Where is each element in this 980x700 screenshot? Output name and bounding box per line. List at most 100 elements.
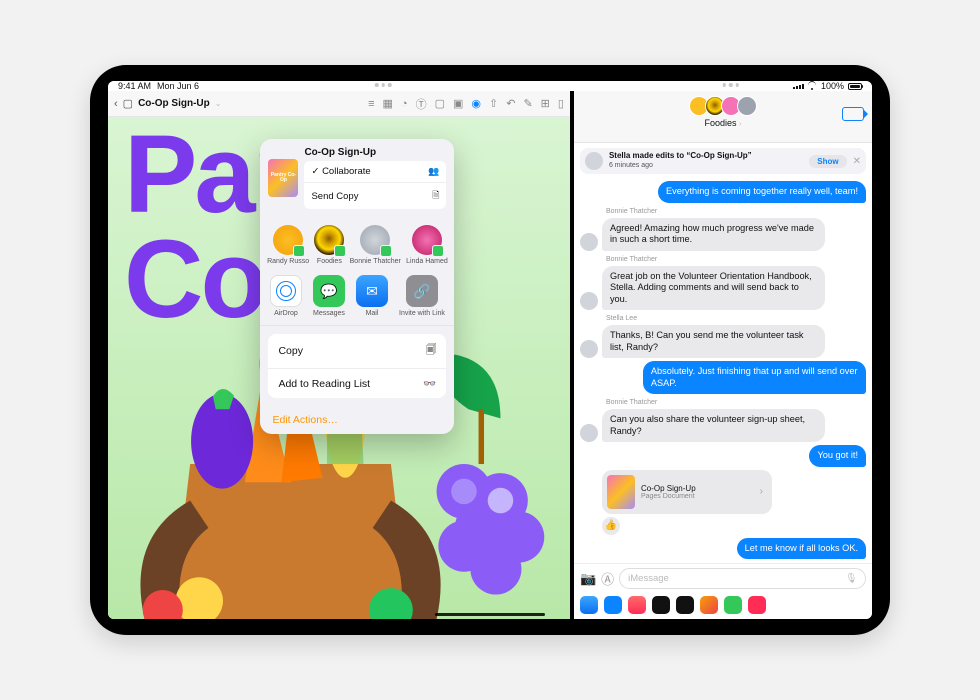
share-doc-thumbnail: Pantry Co-Op (268, 159, 298, 197)
people-icon: 👥 (428, 166, 439, 177)
status-time: 9:41 AM (118, 81, 151, 91)
avatar (585, 152, 603, 170)
ipad-device-frame: 9:41 AM Mon Jun 6 100% ‹ ▢ Co-Op Sign-U (90, 65, 890, 635)
avatar (412, 225, 442, 255)
dictation-icon[interactable]: 🎙︎ (845, 573, 857, 584)
avatar (737, 96, 757, 116)
attachment-thumbnail (607, 475, 635, 509)
multitask-indicator-messages[interactable] (722, 83, 739, 87)
messages-thread[interactable]: Everything is coming together really wel… (574, 179, 872, 563)
share-action-reading-list[interactable]: Add to Reading List👓 (268, 368, 446, 398)
battery-percent: 100% (821, 81, 844, 91)
title-chevron-icon[interactable]: ⌄ (215, 99, 222, 108)
share-apps-row: AirDrop 💬Messages ✉︎Mail 🔗Invite with Li… (260, 271, 454, 326)
status-bar: 9:41 AM Mon Jun 6 100% (108, 81, 872, 91)
avatar (580, 233, 598, 251)
airdrop-icon (270, 275, 302, 307)
format-brush-icon[interactable]: ✎ (523, 97, 532, 110)
view-mode-icon[interactable]: ⊞ (541, 97, 550, 110)
app-strip-icon[interactable] (676, 596, 694, 614)
sender-label: Bonnie Thatcher (606, 208, 866, 215)
chevron-right-icon: › (760, 486, 763, 497)
link-icon: 🔗 (406, 275, 438, 307)
table-icon[interactable]: ▦ (383, 97, 393, 110)
message-bubble-outgoing[interactable]: Everything is coming together really wel… (658, 181, 866, 203)
collaborate-icon[interactable]: ◉ (471, 97, 481, 110)
share-contact[interactable]: Randy Russo (267, 225, 309, 265)
message-app-strip[interactable] (574, 593, 872, 619)
list-icon[interactable]: ≡ (368, 98, 374, 110)
share-sheet-popover: Pantry Co-Op Co-Op Sign-Up ✓ Collaborate… (260, 139, 454, 434)
chart-icon[interactable]: ◔ (401, 98, 408, 110)
message-bubble-outgoing[interactable]: Let me know if all looks OK. (737, 538, 866, 560)
message-bubble-incoming[interactable]: Can you also share the volunteer sign-up… (602, 409, 825, 442)
battery-icon (848, 83, 862, 90)
share-mode-collaborate[interactable]: ✓ Collaborate 👥 (304, 161, 446, 182)
mail-icon: ✉︎ (356, 275, 388, 307)
avatar (273, 225, 303, 255)
avatar (580, 292, 598, 310)
undo-icon[interactable]: ↶ (506, 97, 515, 110)
home-indicator[interactable] (435, 613, 545, 617)
message-bubble-incoming[interactable]: Great job on the Volunteer Orientation H… (602, 266, 825, 311)
app-strip-icon[interactable] (628, 596, 646, 614)
multitask-indicator-pages[interactable] (375, 83, 392, 87)
messages-badge-icon (380, 245, 392, 257)
app-strip-icon[interactable] (652, 596, 670, 614)
group-avatars (689, 96, 757, 116)
messages-icon: 💬 (313, 275, 345, 307)
message-bubble-incoming[interactable]: Agreed! Amazing how much progress we've … (602, 218, 825, 251)
share-contact[interactable]: Linda Hamed (406, 225, 448, 265)
document-canvas[interactable]: Pant Co-O (108, 117, 570, 619)
back-chevron-icon[interactable]: ‹ (114, 98, 118, 110)
wifi-icon (808, 83, 817, 90)
app-strip-icon[interactable] (724, 596, 742, 614)
app-strip-icon[interactable] (748, 596, 766, 614)
app-store-icon[interactable]: Ⓐ (601, 569, 614, 588)
share-app-invite-link[interactable]: 🔗Invite with Link (399, 275, 445, 317)
message-bubble-outgoing[interactable]: You got it! (809, 445, 866, 467)
cellular-icon (793, 84, 804, 89)
app-strip-icon[interactable] (700, 596, 718, 614)
message-input-bar: 📷 Ⓐ iMessage🎙︎ (574, 563, 872, 593)
group-name: Foodies (705, 118, 737, 128)
messages-badge-icon (432, 245, 444, 257)
facetime-button[interactable] (842, 107, 864, 121)
share-doc-title: Co-Op Sign-Up (304, 147, 446, 158)
share-contacts-row: Randy Russo Foodies Bonnie Thatcher Lind… (260, 217, 454, 271)
shape-icon[interactable]: ▢ (435, 97, 445, 110)
copy-pages-icon: 🗐 (426, 342, 437, 360)
documents-icon[interactable]: ▢ (123, 97, 133, 110)
camera-icon[interactable]: 📷 (580, 571, 596, 587)
pages-toolbar: ‹ ▢ Co-Op Sign-Up ⌄ ≡ ▦ ◔ Ⓣ ▢ ▣ ◉ ⇧ (108, 91, 570, 117)
shared-with-you-banner[interactable]: Stella made edits to “Co-Op Sign-Up”6 mi… (580, 148, 866, 174)
share-action-list: Copy🗐 Add to Reading List👓 (268, 334, 446, 398)
page-icon[interactable]: ▯ (558, 97, 564, 110)
close-icon[interactable]: ✕ (853, 156, 861, 167)
status-date: Mon Jun 6 (157, 81, 199, 91)
share-edit-actions[interactable]: Edit Actions… (260, 406, 454, 434)
messages-badge-icon (293, 245, 305, 257)
pages-app: ‹ ▢ Co-Op Sign-Up ⌄ ≡ ▦ ◔ Ⓣ ▢ ▣ ◉ ⇧ (108, 91, 570, 619)
show-button[interactable]: Show (809, 155, 846, 168)
copy-doc-icon: 🗎 (432, 188, 439, 204)
share-app-airdrop[interactable]: AirDrop (270, 275, 302, 317)
share-contact[interactable]: Foodies (314, 225, 344, 265)
share-contact[interactable]: Bonnie Thatcher (350, 225, 401, 265)
share-action-copy[interactable]: Copy🗐 (268, 334, 446, 368)
text-icon[interactable]: Ⓣ (416, 96, 427, 112)
messages-header[interactable]: Foodies › (574, 91, 872, 143)
message-attachment-card[interactable]: Co-Op Sign-UpPages Document › (602, 470, 772, 514)
share-app-messages[interactable]: 💬Messages (313, 275, 345, 317)
message-bubble-incoming[interactable]: Thanks, B! Can you send me the volunteer… (602, 325, 825, 358)
document-title[interactable]: Co-Op Sign-Up (138, 98, 210, 109)
tapback-thumbs-up[interactable]: 👍 (602, 517, 620, 535)
share-icon[interactable]: ⇧ (489, 97, 498, 110)
message-bubble-outgoing[interactable]: Absolutely. Just finishing that up and w… (643, 361, 866, 394)
share-app-mail[interactable]: ✉︎Mail (356, 275, 388, 317)
media-icon[interactable]: ▣ (453, 97, 463, 110)
share-mode-send-copy[interactable]: Send Copy 🗎 (304, 182, 446, 209)
message-input-field[interactable]: iMessage🎙︎ (619, 568, 866, 589)
app-strip-icon[interactable] (580, 596, 598, 614)
app-strip-icon[interactable] (604, 596, 622, 614)
